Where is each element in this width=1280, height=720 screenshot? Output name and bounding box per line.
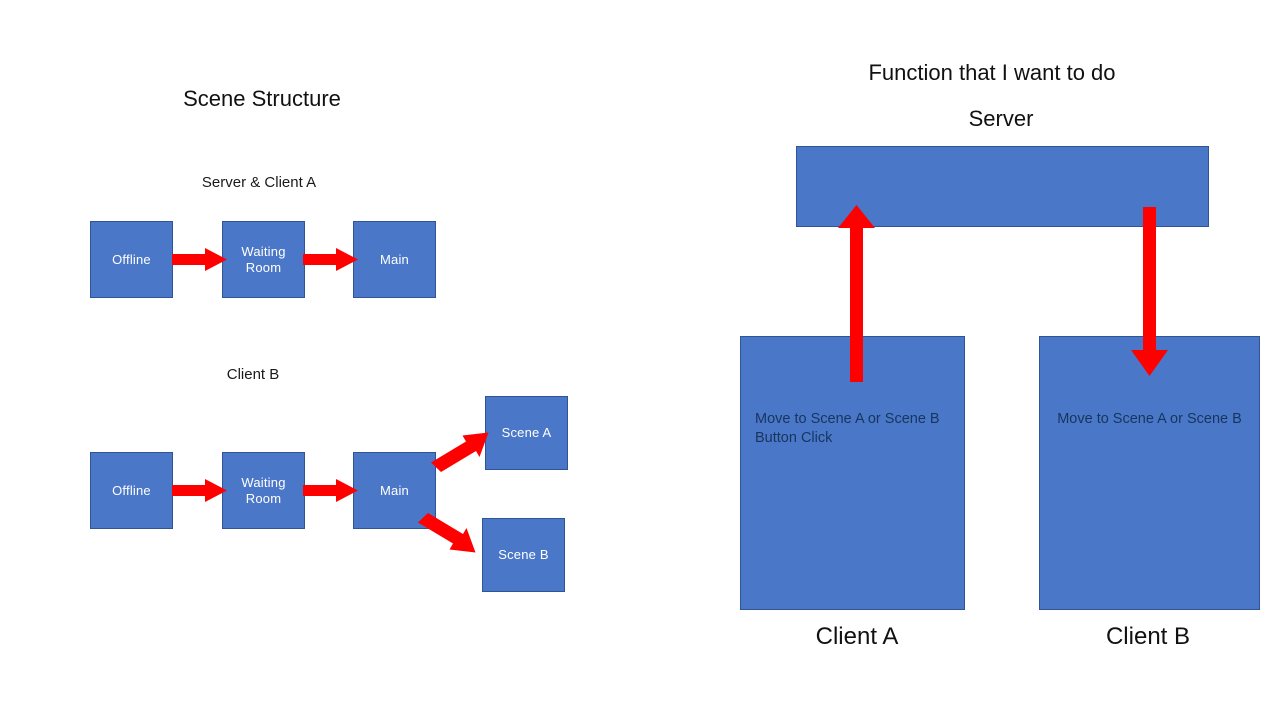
node-waiting-room-row1[interactable]: Waiting Room: [222, 221, 305, 298]
client-b-box[interactable]: [1039, 336, 1260, 610]
node-main-row2[interactable]: Main: [353, 452, 436, 529]
client-b-caption: Client B: [1105, 623, 1191, 650]
diagram-canvas: Scene Structure Server & Client A Offlin…: [0, 0, 1280, 720]
arrow-main-to-scene-a: [431, 432, 489, 472]
node-label: Offline: [112, 251, 151, 267]
node-label: Scene B: [498, 547, 549, 562]
node-scene-a[interactable]: Scene A: [485, 396, 568, 470]
node-main-row1[interactable]: Main: [353, 221, 436, 298]
right-panel-title: Function that I want to do: [868, 60, 1116, 85]
node-label: Waiting Room: [241, 243, 286, 275]
node-label: Offline: [112, 482, 151, 498]
client-a-box[interactable]: [740, 336, 965, 610]
node-label: Main: [380, 482, 409, 498]
client-a-body-text: Move to Scene A or Scene B Button Click: [755, 411, 940, 446]
arrow-waiting-room-to-main-row1: [303, 248, 358, 271]
server-box[interactable]: [796, 146, 1209, 227]
arrow-waiting-room-to-main-row2: [303, 479, 358, 502]
node-waiting-room-row2[interactable]: Waiting Room: [222, 452, 305, 529]
client-b-body-text: Move to Scene A or Scene B: [1057, 411, 1242, 427]
node-label: Main: [380, 251, 409, 267]
arrow-offline-to-waiting-room-row2: [172, 479, 227, 502]
node-scene-b[interactable]: Scene B: [482, 518, 565, 592]
server-label: Server: [968, 106, 1034, 131]
row2-subtitle: Client B: [226, 366, 280, 383]
client-a-caption: Client A: [815, 623, 899, 650]
arrow-offline-to-waiting-room-row1: [172, 248, 227, 271]
node-label: Scene A: [501, 425, 552, 440]
row1-subtitle: Server & Client A: [201, 174, 317, 191]
left-panel-title: Scene Structure: [183, 86, 341, 111]
node-label: Waiting Room: [241, 474, 286, 506]
node-offline-row1[interactable]: Offline: [90, 221, 173, 298]
node-offline-row2[interactable]: Offline: [90, 452, 173, 529]
